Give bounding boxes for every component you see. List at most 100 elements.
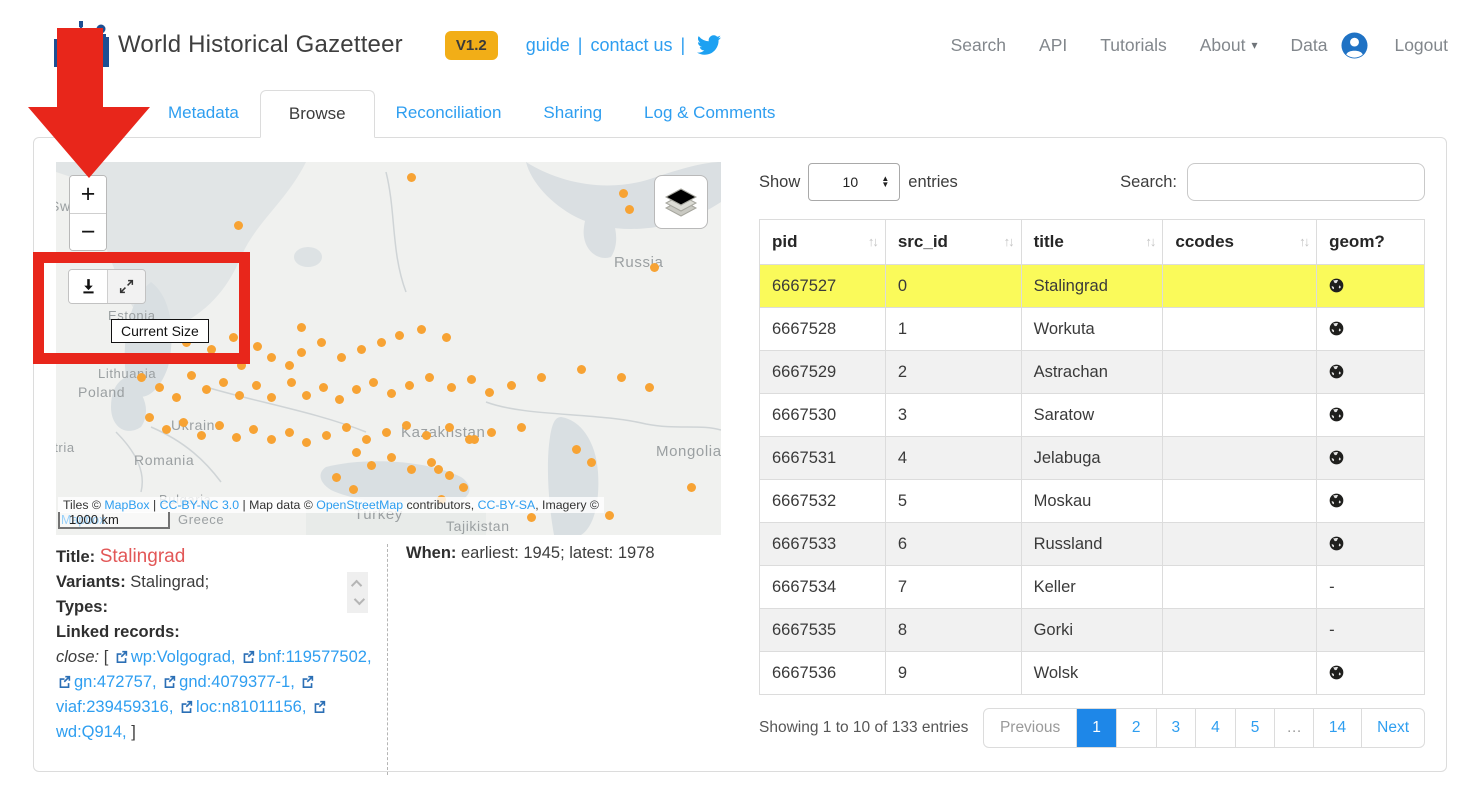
map-point[interactable] [235, 391, 244, 400]
table-row[interactable]: 66675347Keller- [760, 566, 1425, 609]
page-size-select[interactable]: 10 ▲▼ [808, 163, 900, 201]
map-point[interactable] [447, 383, 456, 392]
map-point[interactable] [442, 333, 451, 342]
map-point[interactable] [297, 323, 306, 332]
table-row[interactable]: 66675358Gorki- [760, 609, 1425, 652]
osm-link[interactable]: OpenStreetMap [316, 498, 403, 512]
linked-record-viaf-239459316[interactable]: viaf:239459316, [56, 698, 178, 716]
page-button-14[interactable]: 14 [1313, 709, 1361, 747]
map-point[interactable] [267, 353, 276, 362]
map-point[interactable] [395, 331, 404, 340]
map-point[interactable] [377, 338, 386, 347]
linked-record-bnf-119577502[interactable]: bnf:119577502, [258, 648, 371, 666]
map-point[interactable] [445, 471, 454, 480]
column-header-pid[interactable]: pid↑↓ [760, 220, 886, 265]
map-point[interactable] [617, 373, 626, 382]
search-input[interactable] [1187, 163, 1425, 201]
map-point[interactable] [342, 423, 351, 432]
table-row[interactable]: 66675314Jelabuga [760, 437, 1425, 480]
map-point[interactable] [405, 381, 414, 390]
map-point[interactable] [319, 383, 328, 392]
map-point[interactable] [253, 342, 262, 351]
table-row[interactable]: 66675303Saratow [760, 394, 1425, 437]
table-row[interactable]: 66675292Astrachan [760, 351, 1425, 394]
map-point[interactable] [425, 373, 434, 382]
linked-record-wd-q914[interactable]: wd:Q914, [56, 723, 131, 741]
map-point[interactable] [417, 325, 426, 334]
map-point[interactable] [187, 371, 196, 380]
map-point[interactable] [145, 413, 154, 422]
map-point[interactable] [172, 393, 181, 402]
ccbync-link[interactable]: CC-BY-NC 3.0 [160, 498, 240, 512]
map-point[interactable] [215, 421, 224, 430]
chevron-up-icon[interactable] [350, 580, 361, 591]
map-point[interactable] [317, 338, 326, 347]
map-point[interactable] [577, 365, 586, 374]
map-point[interactable] [285, 428, 294, 437]
table-row[interactable]: 66675336Russland [760, 523, 1425, 566]
nav-item-tutorials[interactable]: Tutorials [1100, 35, 1166, 56]
map-point[interactable] [302, 391, 311, 400]
map-point[interactable] [229, 333, 238, 342]
map-point[interactable] [357, 345, 366, 354]
map-point[interactable] [537, 373, 546, 382]
page-button-next[interactable]: Next [1361, 709, 1424, 747]
table-row[interactable]: 66675270Stalingrad [760, 265, 1425, 308]
map-point[interactable] [287, 378, 296, 387]
map-point[interactable] [162, 425, 171, 434]
map[interactable]: + − [56, 162, 721, 535]
map-point[interactable] [382, 428, 391, 437]
map-point[interactable] [155, 383, 164, 392]
map-point[interactable] [352, 385, 361, 394]
page-button-2[interactable]: 2 [1116, 709, 1156, 747]
map-point[interactable] [402, 421, 411, 430]
map-point[interactable] [252, 381, 261, 390]
map-point[interactable] [302, 438, 311, 447]
column-header-src-id[interactable]: src_id↑↓ [885, 220, 1021, 265]
map-point[interactable] [267, 435, 276, 444]
table-row[interactable]: 66675325Moskau [760, 480, 1425, 523]
map-point[interactable] [445, 423, 454, 432]
page-button-previous[interactable]: Previous [984, 709, 1076, 747]
map-point[interactable] [422, 431, 431, 440]
map-point[interactable] [625, 205, 634, 214]
nav-item-data[interactable]: Data [1291, 35, 1328, 56]
tab-dataset[interactable] [35, 90, 147, 138]
ccbysa-link[interactable]: CC-BY-SA [478, 498, 536, 512]
map-point[interactable] [572, 445, 581, 454]
map-point[interactable] [517, 423, 526, 432]
map-point[interactable] [487, 428, 496, 437]
page-button-3[interactable]: 3 [1156, 709, 1196, 747]
map-point[interactable] [369, 378, 378, 387]
map-point[interactable] [202, 385, 211, 394]
sort-arrows-icon[interactable]: ↑↓ [1004, 234, 1013, 249]
map-point[interactable] [407, 465, 416, 474]
nav-item-api[interactable]: API [1039, 35, 1067, 56]
map-point[interactable] [467, 375, 476, 384]
tab-metadata[interactable]: Metadata [147, 90, 260, 138]
map-point[interactable] [459, 483, 468, 492]
map-point[interactable] [237, 361, 246, 370]
linked-record-loc-n81011156[interactable]: loc:n81011156, [196, 698, 311, 716]
guide-link[interactable]: guide [526, 35, 570, 56]
nav-item-about[interactable]: About▾ [1200, 35, 1258, 56]
map-point[interactable] [267, 393, 276, 402]
map-point[interactable] [645, 383, 654, 392]
map-point[interactable] [387, 453, 396, 462]
map-point[interactable] [219, 378, 228, 387]
expand-button[interactable] [107, 270, 145, 303]
map-point[interactable] [197, 431, 206, 440]
linked-record-gnd-4079377-1[interactable]: gnd:4079377-1, [179, 673, 299, 691]
linked-record-gn-472757[interactable]: gn:472757, [74, 673, 161, 691]
variants-scroll-spinner[interactable] [347, 572, 368, 613]
map-point[interactable] [285, 361, 294, 370]
map-point[interactable] [387, 389, 396, 398]
zoom-out-button[interactable]: − [70, 213, 106, 250]
column-header-title[interactable]: title↑↓ [1021, 220, 1163, 265]
page-button-4[interactable]: 4 [1195, 709, 1235, 747]
map-point[interactable] [297, 348, 306, 357]
map-point[interactable] [587, 458, 596, 467]
map-point[interactable] [650, 263, 659, 272]
download-button[interactable] [69, 270, 107, 303]
map-point[interactable] [619, 189, 628, 198]
